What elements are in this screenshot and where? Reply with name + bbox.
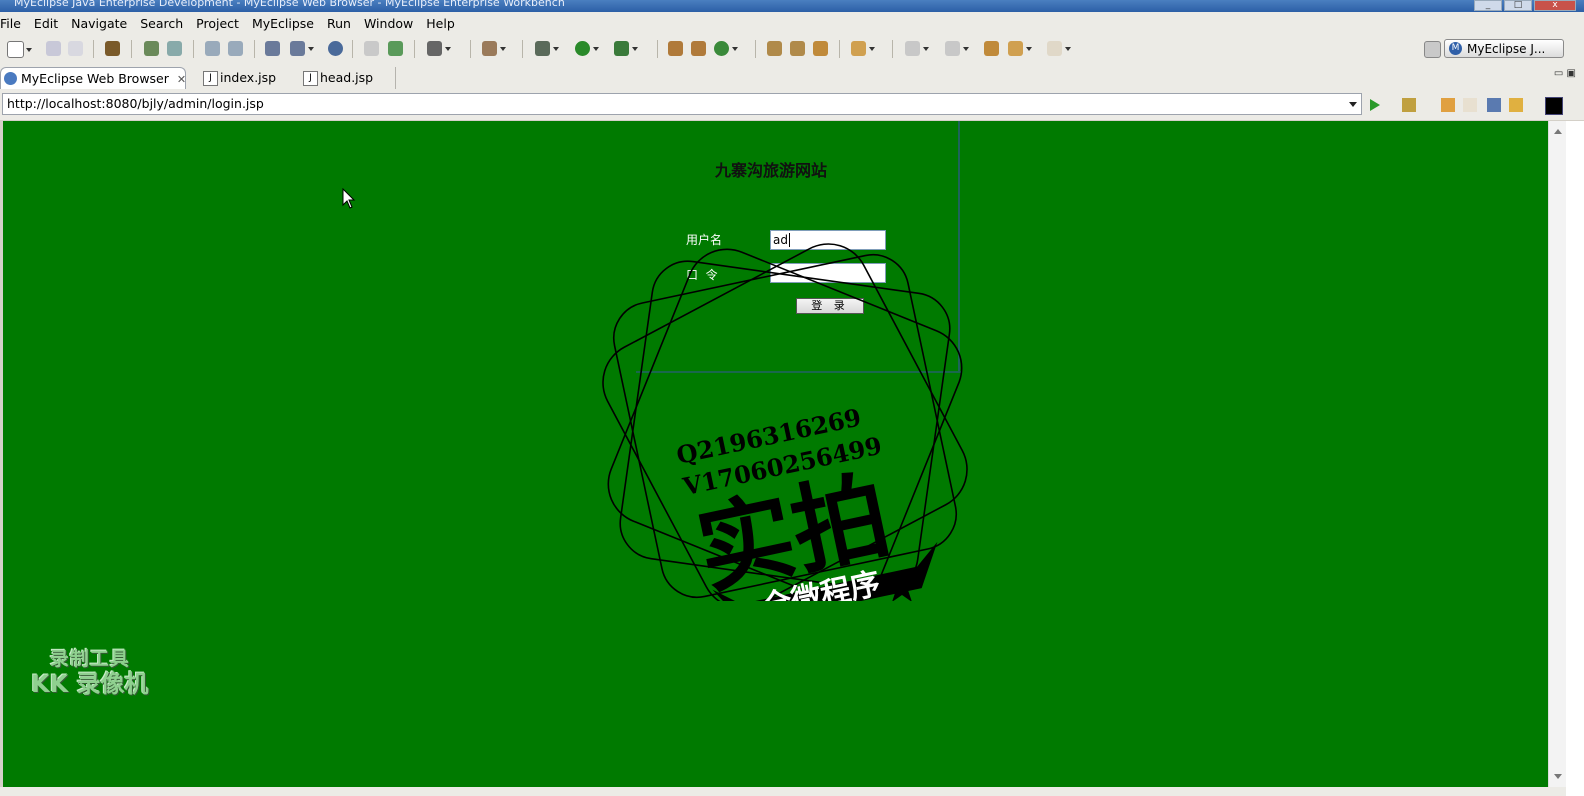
browser-viewport: 九寨沟旅游网站 用户名 ad 口 令 登 录 Q2196316269 V1706…: [3, 121, 1548, 787]
browse-icon[interactable]: [228, 41, 243, 56]
menu-search[interactable]: Search: [134, 16, 190, 31]
refresh-icon[interactable]: [1509, 98, 1523, 112]
perspective-button[interactable]: M MyEclipse J...: [1444, 39, 1564, 58]
tab-label: MyEclipse Web Browser: [21, 71, 169, 86]
menu-window[interactable]: Window: [358, 16, 420, 31]
new-server-icon[interactable]: [290, 41, 314, 56]
console-icon[interactable]: [1545, 97, 1563, 115]
status-strip: [0, 787, 1566, 796]
favorites-icon[interactable]: [1402, 98, 1416, 112]
camera-icon[interactable]: [427, 41, 451, 56]
tab-web-browser[interactable]: MyEclipse Web Browser ✕: [0, 67, 186, 89]
globe-icon[interactable]: [328, 41, 343, 56]
open-folder-icon[interactable]: [364, 41, 379, 56]
watermark-line1: 录制工具: [49, 648, 130, 670]
myeclipse-logo-icon: M: [1449, 42, 1462, 55]
jsp-file-icon: J: [203, 71, 218, 86]
tab-label: head.jsp: [320, 70, 374, 85]
save-icon[interactable]: [46, 41, 61, 56]
run-icon[interactable]: [575, 41, 599, 56]
menu-bar: File Edit Navigate Search Project MyEcli…: [0, 12, 1584, 34]
tab-head-jsp[interactable]: J head.jsp: [300, 67, 396, 89]
maximize-button[interactable]: □: [1504, 0, 1532, 11]
deploy-icon[interactable]: [205, 41, 220, 56]
new-wizard-icon[interactable]: [482, 41, 506, 56]
perspective-label: MyEclipse J...: [1467, 42, 1546, 56]
tab-label: index.jsp: [220, 70, 277, 85]
new-project-icon[interactable]: [668, 41, 683, 56]
recorder-watermark: 录制工具 KK 录像机: [31, 648, 149, 698]
new-icon[interactable]: [7, 41, 32, 58]
url-field[interactable]: http://localhost:8080/bjly/admin/login.j…: [2, 93, 1362, 115]
minimize-maximize-icon[interactable]: ▭ ▣: [1554, 68, 1576, 79]
url-dropdown-icon[interactable]: [1349, 102, 1357, 111]
page-title: 九寨沟旅游网站: [714, 161, 827, 180]
open-file-icon[interactable]: [851, 41, 875, 56]
menu-navigate[interactable]: Navigate: [65, 16, 134, 31]
scroll-up-icon[interactable]: [1554, 125, 1562, 134]
vertical-scrollbar[interactable]: [1548, 121, 1567, 787]
new-package-icon[interactable]: [691, 41, 706, 56]
globe-icon: [4, 72, 17, 85]
menu-edit[interactable]: Edit: [28, 16, 65, 31]
close-tab-icon[interactable]: ✕: [177, 73, 186, 86]
search-folder-icon[interactable]: [813, 41, 828, 56]
menu-myeclipse[interactable]: MyEclipse: [246, 16, 321, 31]
open-type-icon[interactable]: [767, 41, 782, 56]
package-icon[interactable]: [105, 41, 120, 56]
open-perspective-icon[interactable]: [1424, 41, 1441, 58]
forward-icon[interactable]: [1047, 41, 1071, 56]
browser-address-bar: http://localhost:8080/bjly/admin/login.j…: [0, 90, 1584, 120]
add-icon[interactable]: [388, 41, 403, 56]
debug-gear-icon[interactable]: [144, 41, 159, 56]
menu-run[interactable]: Run: [321, 16, 358, 31]
servers-icon[interactable]: [265, 41, 280, 56]
browser-back-icon[interactable]: [1441, 98, 1455, 112]
watermark-line2: KK 录像机: [31, 669, 149, 698]
stop-icon[interactable]: [1487, 98, 1501, 112]
server-icon[interactable]: [167, 41, 182, 56]
stamp-watermark: Q2196316269 V17060256499 实拍 全微程序: [602, 243, 968, 601]
scroll-down-icon[interactable]: [1554, 774, 1562, 783]
external-tools-icon[interactable]: [614, 41, 638, 56]
close-window-button[interactable]: x: [1534, 0, 1576, 11]
editor-tabs: MyEclipse Web Browser ✕ J index.jsp J hea…: [0, 64, 1584, 91]
menu-file[interactable]: File: [0, 16, 28, 31]
window-title: MyEclipse Java Enterprise Development - …: [14, 0, 565, 9]
url-text: http://localhost:8080/bjly/admin/login.j…: [7, 96, 264, 111]
main-toolbar: M MyEclipse J...: [0, 34, 1584, 65]
last-edit-icon[interactable]: [984, 41, 999, 56]
save-all-icon[interactable]: [68, 41, 83, 56]
minimize-button[interactable]: _: [1474, 0, 1502, 11]
open-task-icon[interactable]: [790, 41, 805, 56]
menu-help[interactable]: Help: [420, 16, 462, 31]
tab-index-jsp[interactable]: J index.jsp: [200, 67, 290, 89]
debug-icon[interactable]: [535, 41, 559, 56]
title-bar: MyEclipse Java Enterprise Development - …: [0, 0, 1584, 12]
prev-annotation-icon[interactable]: [945, 41, 969, 56]
new-class-icon[interactable]: [714, 41, 738, 56]
jsp-file-icon: J: [303, 71, 318, 86]
mouse-cursor-icon: [342, 188, 356, 209]
next-annotation-icon[interactable]: [905, 41, 929, 56]
back-icon[interactable]: [1008, 41, 1032, 56]
window-edge: [1566, 121, 1584, 796]
go-icon[interactable]: [1370, 99, 1380, 111]
browser-forward-icon[interactable]: [1463, 98, 1477, 112]
menu-project[interactable]: Project: [190, 16, 246, 31]
